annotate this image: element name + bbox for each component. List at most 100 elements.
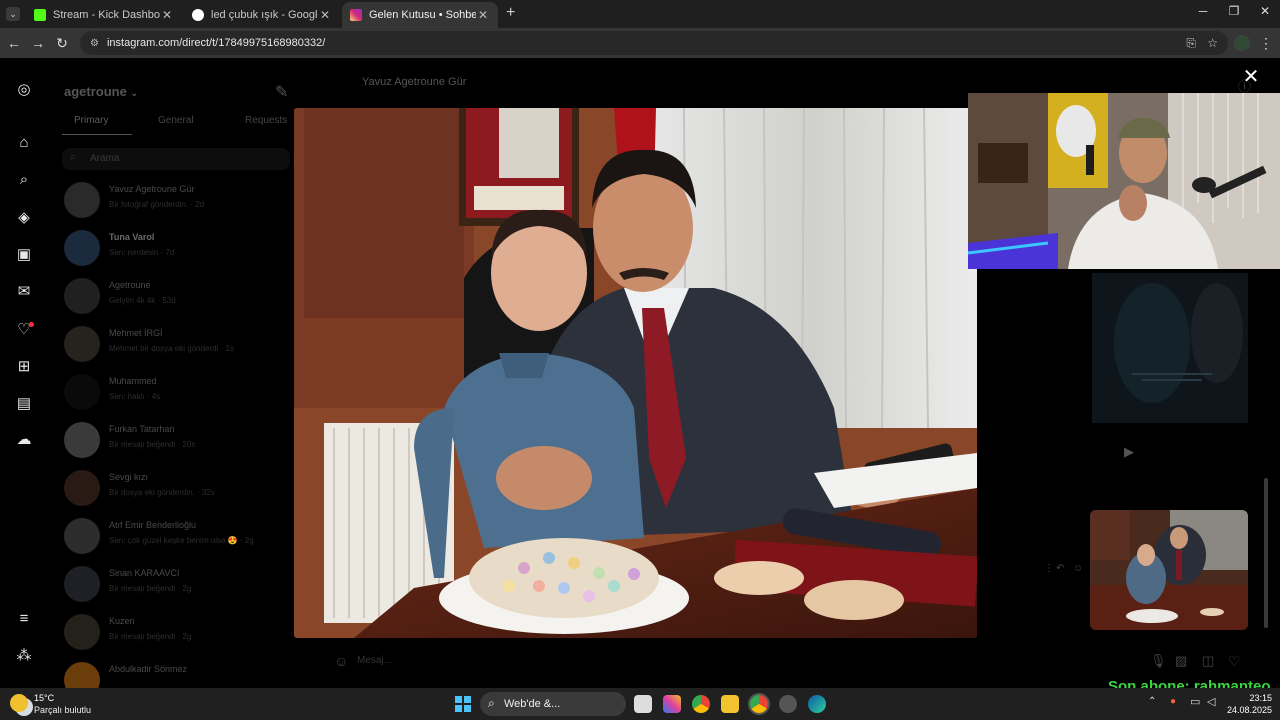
forward-icon[interactable]: → [28,33,48,53]
more-menu-icon[interactable]: ≡ [14,609,34,629]
conversation-item[interactable]: Tuna Varol Sen: nerdesin · 7d [62,226,292,272]
edge-icon[interactable] [808,695,826,713]
emoji-icon[interactable]: ☺ [334,653,348,669]
back-icon[interactable]: ← [4,33,24,53]
menu-dots-icon[interactable]: ⋮ [1256,33,1276,53]
search-icon[interactable]: ⌕ [14,170,34,190]
conversation-preview: Gelyim 4k 4k · 53d [109,296,176,305]
conversation-name: Sinan KARAAVCI [109,568,180,578]
conversation-item[interactable]: Yavuz Agetroune Gür Bir fotoğraf gönderd… [62,178,292,224]
sent-photo-thumbnail[interactable] [1090,510,1248,630]
install-app-icon[interactable]: ⎘ [1186,36,1196,51]
weather-temperature[interactable]: 15°C [34,693,54,703]
create-icon[interactable]: ⊞ [14,357,34,377]
tab-close-icon[interactable]: ✕ [318,8,332,22]
browser-toolbar: ← → ↻ ⚙ instagram.com/direct/t/178499751… [0,28,1280,58]
conversation-item[interactable]: Muhammed Sen: haklı · 4s [62,370,292,416]
explore-icon[interactable]: ◈ [14,208,34,228]
sticker-icon[interactable]: ◫ [1202,653,1214,669]
tray-chevron-icon[interactable]: ⌃ [1148,696,1156,707]
account-switcher[interactable]: agetroune ⌄ [64,84,138,99]
microphone-icon[interactable]: 🎙 [1150,653,1167,669]
composer-placeholder: Mesaj... [357,655,393,666]
reel-icon[interactable]: ▶ [1124,444,1134,460]
avatar [64,182,100,218]
instagram-logo-icon[interactable]: ◎ [14,80,34,100]
search-placeholder: Arama [90,153,120,164]
messenger-icon[interactable]: ✉ [14,282,34,302]
restore-icon[interactable]: ❐ [1219,4,1249,24]
tab-close-icon[interactable]: ✕ [476,8,490,22]
tab-primary[interactable]: Primary [74,115,108,126]
conversation-name: Kuzen [109,616,135,626]
chat-header-title: Yavuz Agetroune Gür [362,76,467,88]
profile-avatar[interactable] [1234,35,1250,51]
clock-date[interactable]: 24.08.2025 [1224,705,1272,715]
webcam-overlay [968,93,1280,269]
meta-apps-icon[interactable]: ⁂ [14,646,34,666]
new-message-icon[interactable]: ✎ [275,82,288,102]
conversation-name: Muhammed [109,376,157,386]
tab-general[interactable]: General [158,115,194,126]
conversation-item[interactable]: Sevgi kızı Bir dosya eki gönderdin. · 32… [62,466,292,512]
conversation-item[interactable]: Atıf Emir Benderlioğlu Sen: çok güzel ke… [62,514,292,560]
tab-close-icon[interactable]: ✕ [160,8,174,22]
tab-search-icon[interactable]: ⌄ [6,7,20,21]
bookmark-star-icon[interactable]: ☆ [1207,36,1218,50]
file-explorer-icon[interactable] [721,695,739,713]
image-upload-icon[interactable]: ▨ [1175,653,1187,669]
react-emoji-icon[interactable]: ☺ [1073,563,1083,574]
reply-icon[interactable]: ↶ [1056,563,1064,574]
scrollbar[interactable] [1264,478,1268,628]
search-input[interactable]: Arama ⌕ [62,148,290,170]
conversation-preview: Mehmet bir dosya eki gönderdi · 1s [109,344,234,353]
conversation-name: Sevgi kızı [109,472,149,482]
browser-tab-kick[interactable]: Stream - Kick Dashboard ✕ [26,2,182,28]
task-view-icon[interactable] [634,695,652,713]
instagram-page: ◎ ⌂ ⌕ ◈ ▣ ✉ ♡ ⊞ ▤ ☁ ≡ ⁂ agetroune ⌄ ✎ Pr… [0,58,1280,688]
conversation-name: Atıf Emir Benderlioğlu [109,520,197,530]
windows-start-icon[interactable] [455,696,471,712]
address-bar[interactable]: ⚙ instagram.com/direct/t/178499751689803… [80,31,1228,55]
message-composer[interactable]: ☺ Mesaj... 🎙 ▨ ◫ ♡ [332,652,1262,672]
reload-icon[interactable]: ↻ [52,33,72,53]
volume-icon[interactable]: ◁ [1207,695,1215,708]
network-icon[interactable]: ▭ [1190,695,1200,708]
like-heart-icon[interactable]: ♡ [1228,653,1241,670]
conversation-item[interactable]: Agetroune Gelyim 4k 4k · 53d [62,274,292,320]
chrome-icon[interactable] [692,695,710,713]
taskbar-search[interactable]: ⌕ Web'de &... [480,692,626,716]
conversation-item[interactable]: Abdulkadir Sönmez [62,658,292,688]
window-close-icon[interactable]: ✕ [1250,4,1280,24]
site-info-icon[interactable]: ⚙ [90,38,99,49]
close-viewer-button[interactable]: ✕ [1240,66,1262,88]
tab-requests[interactable]: Requests [245,115,287,126]
threads-icon[interactable]: ☁ [14,430,34,450]
conversation-item[interactable]: Furkan Tatarhan Bir mesajı beğendi · 20s [62,418,292,464]
more-options-icon[interactable]: ⋮ [1044,563,1054,574]
new-tab-button[interactable]: + [506,4,520,22]
weather-icon[interactable] [10,694,28,712]
conversation-item[interactable]: Sinan KARAAVCI Bir mesajı beğendi · 2g [62,562,292,608]
kick-icon [34,9,46,21]
reels-icon[interactable]: ▣ [14,245,34,265]
conversation-preview: Bir fotoğraf gönderdin. · 2d [109,200,205,209]
microphone-tray-icon[interactable]: ● [1170,696,1176,707]
conversation-name: Tuna Varol [109,232,155,242]
obs-icon[interactable] [779,695,797,713]
browser-tab-google[interactable]: led çubuk ışık - Google'da Ara ✕ [184,2,340,28]
dashboard-icon[interactable]: ▤ [14,394,34,414]
minimize-icon[interactable]: ─ [1188,4,1218,24]
conversation-item[interactable]: Kuzen Bir mesajı beğendi · 2g [62,610,292,656]
home-icon[interactable]: ⌂ [14,133,34,153]
chrome-active-icon[interactable] [750,695,768,713]
conversation-item[interactable]: Mehmet İRGİ Mehmet bir dosya eki gönderd… [62,322,292,368]
browser-tab-instagram[interactable]: Gelen Kutusu • Sohbetler ✕ [342,2,498,28]
avatar [64,614,100,650]
photo-viewer-image [294,108,977,638]
weather-description[interactable]: Parçalı bulutlu [34,705,91,715]
shared-video-thumbnail[interactable] [1092,273,1248,423]
clock-time[interactable]: 23:15 [1232,693,1272,703]
copilot-icon[interactable] [663,695,681,713]
tab-title: led çubuk ışık - Google'da Ara [211,9,318,21]
